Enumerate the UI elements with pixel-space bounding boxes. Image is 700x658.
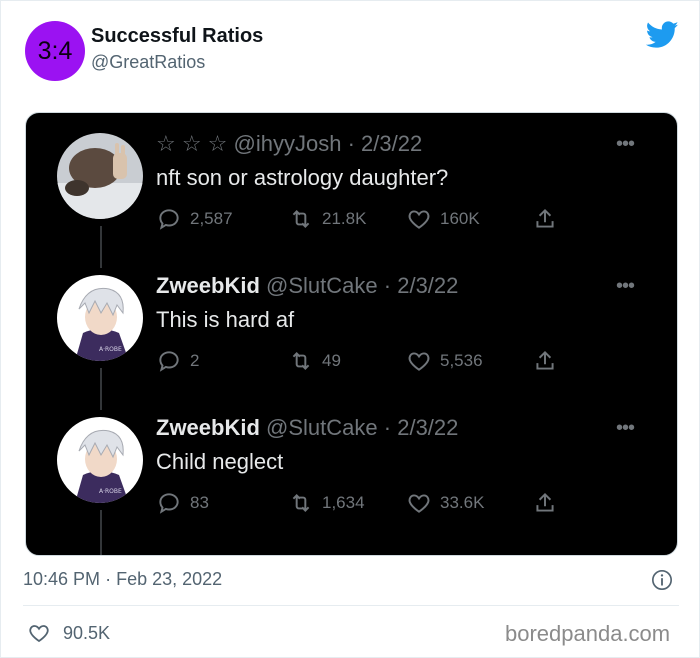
retweet-count: 49: [322, 351, 341, 370]
tweet-date[interactable]: 2/3/22: [397, 273, 458, 298]
like-count: 5,536: [440, 351, 483, 370]
like-button[interactable]: 33.6K: [406, 490, 484, 516]
anime-avatar-icon: A·ROBE: [57, 275, 143, 361]
tweet-date: Feb 23, 2022: [116, 569, 223, 589]
thread-tweet[interactable]: A·ROBE ZweebKid @SlutCake · 2/3/22 This …: [26, 265, 677, 405]
reply-icon: [159, 493, 179, 514]
like-button[interactable]: 5,536: [406, 348, 483, 374]
like-count: 160K: [440, 209, 480, 228]
display-name[interactable]: ZweebKid: [156, 273, 260, 298]
tweet-date[interactable]: 2/3/22: [397, 415, 458, 440]
embedded-screenshot[interactable]: ☆ ☆ ☆ @ihyyJosh · 2/3/22 nft son or astr…: [25, 112, 678, 556]
avatar[interactable]: [57, 133, 143, 219]
author-name[interactable]: Successful Ratios: [91, 25, 263, 48]
thread-tweet[interactable]: ☆ ☆ ☆ @ihyyJosh · 2/3/22 nft son or astr…: [26, 123, 677, 263]
share-icon: [536, 208, 554, 228]
heart-icon: [408, 352, 430, 371]
reply-count: 83: [190, 493, 209, 512]
info-icon[interactable]: [651, 569, 673, 591]
tweet-header: ZweebKid @SlutCake · 2/3/22: [156, 415, 458, 441]
tweet-handle[interactable]: @SlutCake: [266, 273, 378, 298]
share-button[interactable]: [532, 206, 558, 232]
reply-icon: [159, 209, 179, 230]
tweet-timestamp[interactable]: 10:46 PM · Feb 23, 2022: [23, 569, 222, 590]
heart-icon: [408, 494, 430, 513]
share-button[interactable]: [532, 348, 558, 374]
retweet-button[interactable]: 1,634: [288, 490, 365, 516]
like-button[interactable]: 160K: [406, 206, 480, 232]
reply-button[interactable]: 2,587: [156, 206, 233, 232]
tweet-time: 10:46 PM: [23, 569, 101, 589]
avatar[interactable]: A·ROBE: [57, 275, 143, 361]
share-icon: [536, 350, 554, 370]
tweet-date[interactable]: 2/3/22: [361, 131, 422, 156]
retweet-button[interactable]: 21.8K: [288, 206, 366, 232]
tweet-handle[interactable]: @SlutCake: [266, 415, 378, 440]
separator: ·: [383, 415, 392, 440]
separator: ·: [383, 273, 392, 298]
reply-count: 2,587: [190, 209, 233, 228]
watermark: boredpanda.com: [505, 621, 671, 646]
reply-button[interactable]: 2: [156, 348, 199, 374]
twitter-bird-icon[interactable]: [646, 21, 679, 49]
reply-count: 2: [190, 351, 200, 370]
more-icon[interactable]: •••: [616, 417, 635, 440]
svg-text:A·ROBE: A·ROBE: [99, 346, 122, 353]
tweet-header: ☆ ☆ ☆ @ihyyJosh · 2/3/22: [156, 131, 422, 157]
display-name[interactable]: ZweebKid: [156, 415, 260, 440]
author-avatar[interactable]: 3:4: [25, 21, 85, 81]
like-count: 90.5K: [63, 622, 111, 643]
stars-name[interactable]: ☆ ☆ ☆: [156, 131, 227, 156]
retweet-icon: [292, 494, 310, 512]
share-icon: [536, 492, 554, 512]
like-button[interactable]: 90.5K: [27, 621, 110, 645]
heart-icon: [408, 210, 430, 229]
separator: ·: [347, 131, 355, 156]
tweet-handle[interactable]: @ihyyJosh: [234, 131, 342, 156]
retweet-button[interactable]: 49: [288, 348, 341, 374]
tweet-text: nft son or astrology daughter?: [156, 165, 449, 190]
more-icon[interactable]: •••: [616, 275, 635, 298]
avatar[interactable]: A·ROBE: [57, 417, 143, 503]
more-icon[interactable]: •••: [616, 133, 635, 156]
retweet-icon: [292, 352, 310, 370]
like-count: 33.6K: [440, 493, 485, 512]
anime-avatar-icon: A·ROBE: [57, 417, 143, 503]
reply-button[interactable]: 83: [156, 490, 209, 516]
tweet-text: Child neglect: [156, 449, 284, 474]
retweet-count: 21.8K: [322, 209, 367, 228]
svg-text:A·ROBE: A·ROBE: [99, 488, 122, 495]
reply-icon: [159, 351, 179, 372]
share-button[interactable]: [532, 490, 558, 516]
thread-tweet[interactable]: A·ROBE ZweebKid @SlutCake · 2/3/22 Child…: [26, 407, 677, 547]
author-handle[interactable]: @GreatRatios: [91, 52, 205, 73]
divider: [23, 605, 679, 606]
retweet-count: 1,634: [322, 493, 365, 512]
tweet-card: 3:4 Successful Ratios @GreatRatios ☆ ☆ ☆…: [0, 0, 700, 658]
tweet-header: ZweebKid @SlutCake · 2/3/22: [156, 273, 458, 299]
heart-icon: [29, 625, 49, 643]
retweet-icon: [292, 210, 310, 228]
avatar-text: 3:4: [37, 36, 73, 65]
tweet-text: This is hard af: [156, 307, 295, 332]
user-photo-icon: [57, 133, 143, 219]
separator: ·: [105, 569, 112, 589]
